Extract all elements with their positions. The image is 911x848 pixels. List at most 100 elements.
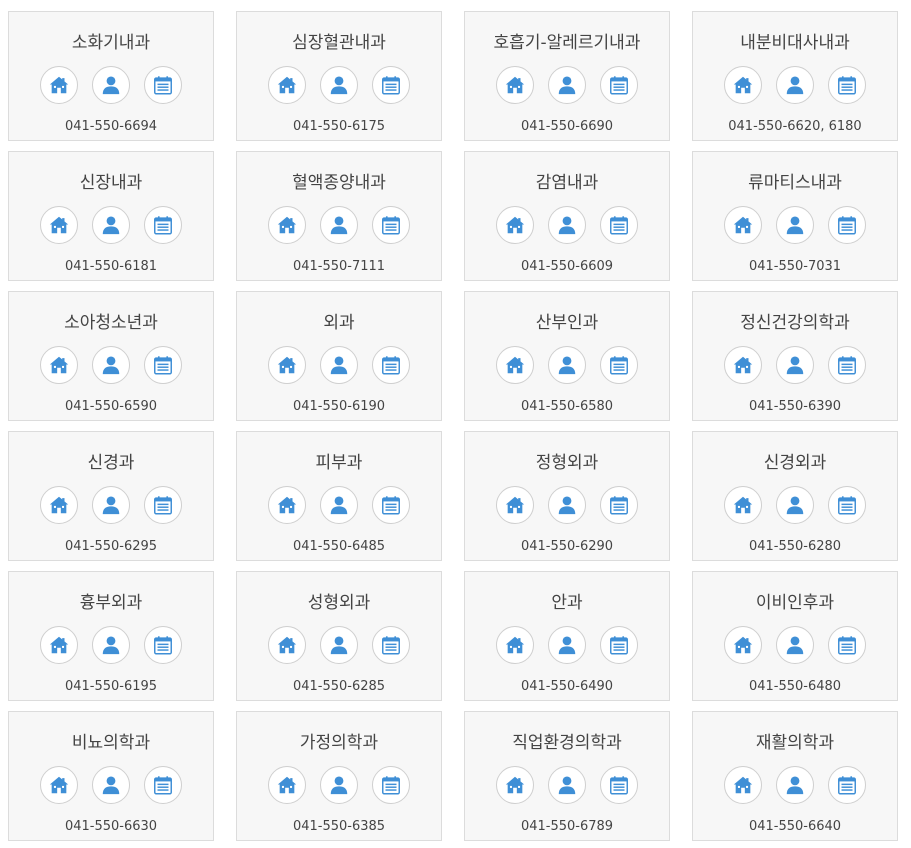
department-schedule-button[interactable] <box>144 66 182 104</box>
department-doctors-button[interactable] <box>548 206 586 244</box>
department-doctors-button[interactable] <box>92 626 130 664</box>
department-card: 비뇨의학과 041-550-6630 <box>8 711 214 841</box>
department-icon-group <box>465 766 669 806</box>
department-home-button[interactable] <box>724 346 762 384</box>
department-home-button[interactable] <box>724 206 762 244</box>
department-schedule-button[interactable] <box>828 206 866 244</box>
department-schedule-button[interactable] <box>144 626 182 664</box>
department-name: 신경과 <box>87 453 135 473</box>
department-doctors-button[interactable] <box>776 206 814 244</box>
department-schedule-button[interactable] <box>828 66 866 104</box>
department-schedule-button[interactable] <box>372 346 410 384</box>
department-doctors-button[interactable] <box>320 346 358 384</box>
department-doctors-button[interactable] <box>92 766 130 804</box>
department-card: 안과 041-550-6490 <box>464 571 670 701</box>
department-name: 심장혈관내과 <box>292 33 386 53</box>
department-home-button[interactable] <box>724 626 762 664</box>
department-home-button[interactable] <box>268 486 306 524</box>
department-home-button[interactable] <box>496 66 534 104</box>
schedule-icon <box>836 74 858 96</box>
department-schedule-button[interactable] <box>828 766 866 804</box>
department-schedule-button[interactable] <box>144 346 182 384</box>
department-schedule-button[interactable] <box>144 206 182 244</box>
home-icon <box>48 774 70 796</box>
department-schedule-button[interactable] <box>372 206 410 244</box>
department-schedule-button[interactable] <box>372 486 410 524</box>
department-doctors-button[interactable] <box>320 766 358 804</box>
department-home-button[interactable] <box>40 346 78 384</box>
department-schedule-button[interactable] <box>600 626 638 664</box>
department-doctors-button[interactable] <box>320 206 358 244</box>
department-home-button[interactable] <box>268 626 306 664</box>
department-schedule-button[interactable] <box>828 486 866 524</box>
department-schedule-button[interactable] <box>144 486 182 524</box>
department-home-button[interactable] <box>724 66 762 104</box>
schedule-icon <box>608 774 630 796</box>
department-doctors-button[interactable] <box>776 346 814 384</box>
department-home-button[interactable] <box>40 626 78 664</box>
department-doctors-button[interactable] <box>776 486 814 524</box>
home-icon <box>48 214 70 236</box>
department-home-button[interactable] <box>496 346 534 384</box>
department-home-button[interactable] <box>724 766 762 804</box>
department-home-button[interactable] <box>40 66 78 104</box>
department-icon-group <box>693 486 897 526</box>
department-name: 직업환경의학과 <box>512 733 622 753</box>
department-home-button[interactable] <box>724 486 762 524</box>
department-schedule-button[interactable] <box>600 346 638 384</box>
department-schedule-button[interactable] <box>600 66 638 104</box>
department-icon-group <box>237 66 441 106</box>
department-schedule-button[interactable] <box>828 626 866 664</box>
department-schedule-button[interactable] <box>600 766 638 804</box>
department-card: 피부과 041-550-6485 <box>236 431 442 561</box>
department-doctors-button[interactable] <box>320 626 358 664</box>
department-schedule-button[interactable] <box>828 346 866 384</box>
department-home-button[interactable] <box>40 486 78 524</box>
department-doctors-button[interactable] <box>92 206 130 244</box>
department-name: 신경외과 <box>763 453 827 473</box>
department-doctors-button[interactable] <box>776 766 814 804</box>
department-doctors-button[interactable] <box>92 486 130 524</box>
department-home-button[interactable] <box>496 206 534 244</box>
department-schedule-button[interactable] <box>600 486 638 524</box>
department-icon-group <box>9 486 213 526</box>
department-home-button[interactable] <box>496 626 534 664</box>
department-home-button[interactable] <box>268 346 306 384</box>
department-card: 혈액종양내과 041-550-7111 <box>236 151 442 281</box>
department-phone: 041-550-6620, 6180 <box>728 119 862 134</box>
department-schedule-button[interactable] <box>144 766 182 804</box>
department-schedule-button[interactable] <box>372 766 410 804</box>
department-name: 비뇨의학과 <box>71 733 151 753</box>
department-doctors-button[interactable] <box>548 346 586 384</box>
department-card: 가정의학과 041-550-6385 <box>236 711 442 841</box>
department-home-button[interactable] <box>40 766 78 804</box>
department-home-button[interactable] <box>40 206 78 244</box>
department-schedule-button[interactable] <box>372 66 410 104</box>
department-phone: 041-550-6195 <box>64 679 158 694</box>
home-icon <box>504 354 526 376</box>
department-doctors-button[interactable] <box>776 626 814 664</box>
department-icon-group <box>9 66 213 106</box>
department-doctors-button[interactable] <box>776 66 814 104</box>
doctor-icon <box>556 774 578 796</box>
department-doctors-button[interactable] <box>548 486 586 524</box>
department-home-button[interactable] <box>268 766 306 804</box>
department-icon-group <box>693 346 897 386</box>
department-card: 소화기내과 041-550-6694 <box>8 11 214 141</box>
schedule-icon <box>152 74 174 96</box>
department-doctors-button[interactable] <box>320 486 358 524</box>
department-home-button[interactable] <box>268 66 306 104</box>
department-schedule-button[interactable] <box>372 626 410 664</box>
department-home-button[interactable] <box>496 486 534 524</box>
department-schedule-button[interactable] <box>600 206 638 244</box>
department-doctors-button[interactable] <box>92 346 130 384</box>
schedule-icon <box>380 774 402 796</box>
department-name: 외과 <box>323 313 355 333</box>
department-doctors-button[interactable] <box>548 626 586 664</box>
department-doctors-button[interactable] <box>548 766 586 804</box>
department-home-button[interactable] <box>268 206 306 244</box>
department-doctors-button[interactable] <box>548 66 586 104</box>
department-doctors-button[interactable] <box>320 66 358 104</box>
department-home-button[interactable] <box>496 766 534 804</box>
department-doctors-button[interactable] <box>92 66 130 104</box>
